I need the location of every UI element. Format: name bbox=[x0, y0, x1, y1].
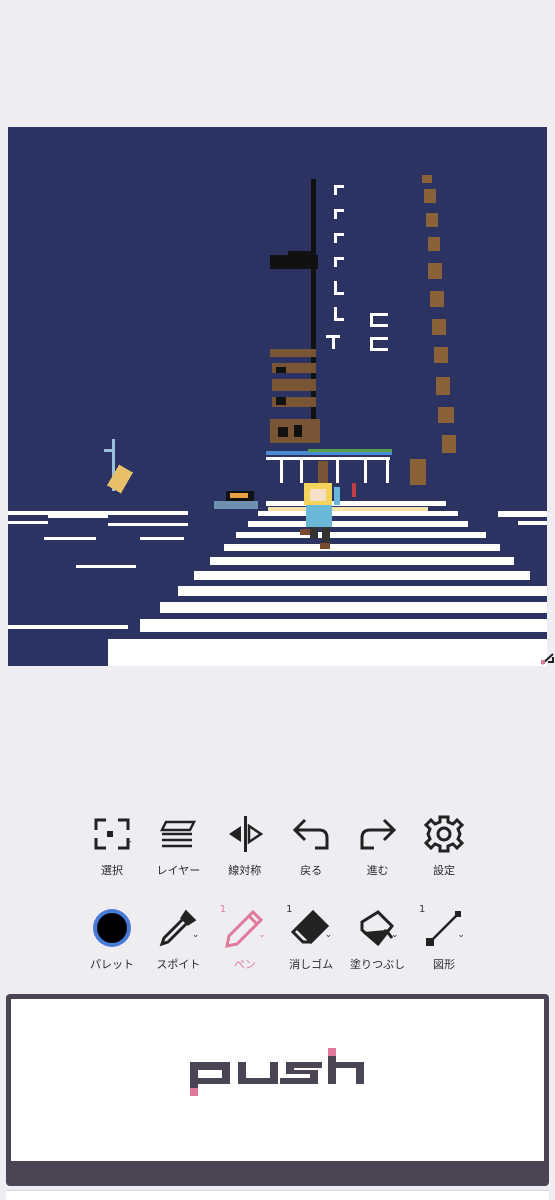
fill-tool-button[interactable]: ⌄ 塗りつぶし bbox=[345, 906, 411, 972]
redo-button[interactable]: 進む bbox=[345, 812, 411, 878]
select-label: 選択 bbox=[101, 864, 123, 877]
shape-size: 1 bbox=[418, 904, 426, 915]
canvas-resize-handle[interactable] bbox=[540, 646, 555, 666]
pen-icon: 1 ⌄ bbox=[219, 904, 268, 950]
push-button-face: push bbox=[11, 999, 544, 1161]
gear-icon bbox=[421, 812, 467, 856]
symmetry-icon bbox=[222, 812, 268, 856]
redo-icon bbox=[355, 812, 401, 856]
layer-tool-button[interactable]: レイヤー bbox=[145, 812, 211, 878]
select-icon: ⌄ bbox=[89, 812, 135, 856]
eraser-tool-button[interactable]: 1 ⌄ 消しゴム bbox=[278, 904, 344, 972]
shape-label: 図形 bbox=[432, 958, 455, 971]
pen-tool-button[interactable]: 1 ⌄ ペン bbox=[212, 904, 278, 972]
undo-icon bbox=[288, 812, 334, 856]
pen-label: ペン bbox=[233, 958, 256, 971]
line-shape-icon: 1 ⌄ bbox=[418, 904, 467, 950]
select-tool-button[interactable]: ⌄ 選択 bbox=[79, 812, 145, 878]
layer-icon bbox=[155, 812, 201, 856]
toolbar-bottom: パレット ⌄ スポイト 1 ⌄ ペン 1 ⌄ 消しゴム ⌄ 塗りつぶし 1 ⌄ … bbox=[79, 904, 477, 972]
undo-button[interactable]: 戻る bbox=[278, 812, 344, 878]
redo-label: 進む bbox=[366, 864, 389, 877]
undo-label: 戻る bbox=[300, 864, 323, 877]
eyedropper-tool-button[interactable]: ⌄ スポイト bbox=[145, 906, 211, 972]
pen-size: 1 bbox=[219, 904, 227, 915]
eyedropper-label: スポイト bbox=[156, 958, 201, 971]
palette-icon bbox=[89, 906, 135, 950]
settings-label: 設定 bbox=[432, 864, 455, 877]
push-pixel-logo bbox=[189, 1048, 364, 1096]
drawing-canvas[interactable] bbox=[8, 127, 547, 666]
eraser-label: 消しゴム bbox=[289, 958, 334, 971]
push-button[interactable]: push bbox=[6, 994, 549, 1186]
symmetry-tool-button[interactable]: 線対称 bbox=[212, 812, 278, 878]
shape-tool-button[interactable]: 1 ⌄ 図形 bbox=[411, 904, 477, 972]
eraser-icon: 1 ⌄ bbox=[286, 904, 333, 945]
symmetry-label: 線対称 bbox=[228, 864, 262, 877]
fill-bucket-icon: ⌄ bbox=[355, 906, 401, 950]
eraser-size: 1 bbox=[286, 904, 293, 915]
settings-button[interactable]: 設定 bbox=[411, 812, 477, 878]
layer-label: レイヤー bbox=[156, 864, 201, 877]
pixel-art-image bbox=[8, 127, 547, 666]
palette-label: パレット bbox=[90, 958, 134, 971]
toolbar-top: ⌄ 選択 レイヤー 線対称 戻る 進む 設定 bbox=[79, 812, 477, 878]
palette-button[interactable]: パレット bbox=[79, 906, 145, 972]
fill-label: 塗りつぶし bbox=[350, 958, 406, 971]
eyedropper-icon: ⌄ bbox=[155, 906, 201, 950]
